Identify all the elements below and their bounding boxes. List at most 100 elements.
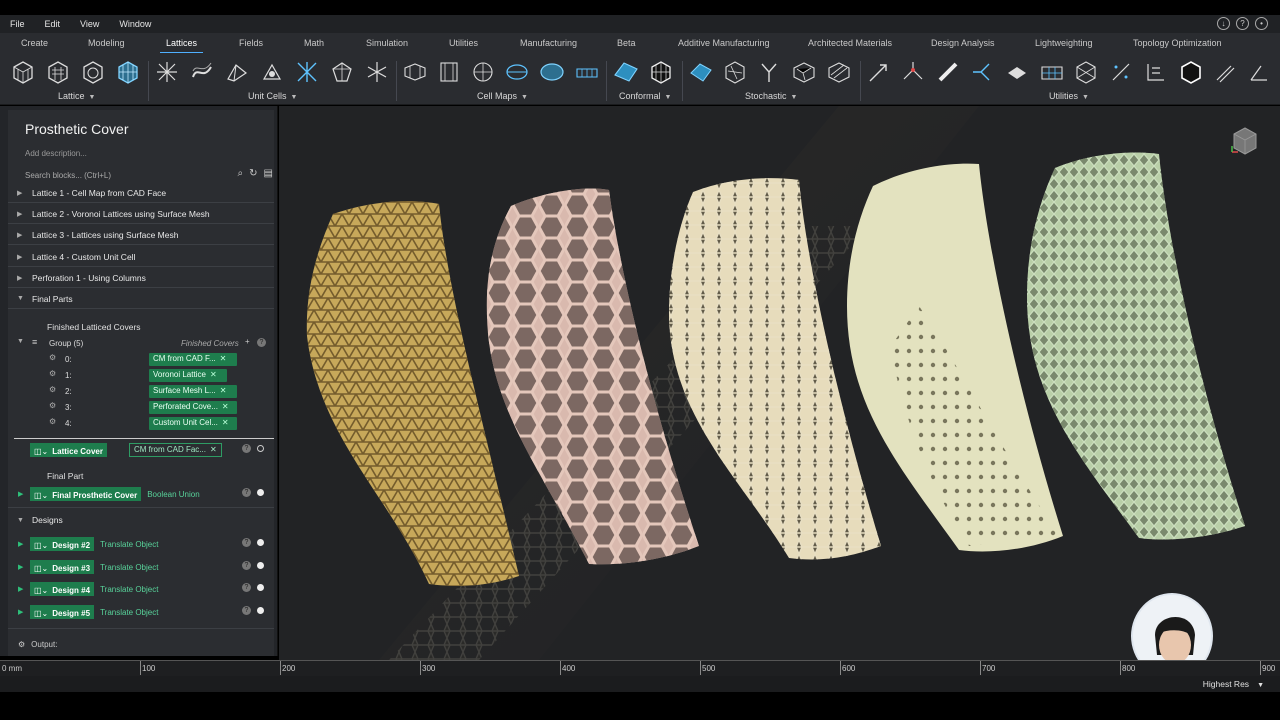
expand-icon[interactable]: ▶ [8,210,24,218]
help-icon[interactable]: ? [257,338,266,347]
unit-cell-node-icon[interactable] [259,59,285,85]
block-name-tag[interactable]: ◫⌄ Design #2 [30,537,95,551]
help-icon[interactable]: ? [242,444,251,453]
help-icon[interactable]: ? [242,606,251,615]
block-name-tag[interactable]: ◫⌄ Design #3 [30,560,95,574]
menu-window[interactable]: Window [109,19,161,29]
expand-icon[interactable]: ▶ [8,274,24,282]
cell-map-1-icon[interactable] [402,59,428,85]
gear-icon[interactable]: ⚙ [49,385,56,394]
help-icon[interactable]: ? [242,561,251,570]
visibility-toggle[interactable] [257,445,264,452]
utility-box-icon[interactable] [1073,59,1099,85]
conformal-surface-icon[interactable] [613,59,639,85]
resolution-dropdown[interactable]: Highest Res ▼ [1203,679,1264,689]
tab-modeling[interactable]: Modeling [88,38,125,48]
stochastic-tree-icon[interactable] [756,59,782,85]
input-chip[interactable]: CM from CAD F... ✕ [149,353,237,366]
group-utilities[interactable]: Utilities ▼ [1049,91,1089,101]
tab-lightweighting[interactable]: Lightweighting [1035,38,1093,48]
lattice-solid-icon[interactable] [45,59,71,85]
input-chip[interactable]: Surface Mesh L... ✕ [149,385,237,398]
utility-axis-icon[interactable] [1246,59,1272,85]
lattice-sphere-icon[interactable] [80,59,106,85]
group-cell-maps[interactable]: Cell Maps ▼ [477,91,528,101]
block-lattice-cover[interactable]: ◫⌄ Lattice Cover CM from CAD Fac... ✕ ? [8,440,274,460]
block-lattice-2[interactable]: ▶ Lattice 2 - Voronoi Lattices using Surf… [8,204,274,224]
unit-cell-branch-icon[interactable] [364,59,390,85]
tab-beta[interactable]: Beta [617,38,636,48]
help-icon[interactable]: ? [1236,17,1249,30]
gear-icon[interactable]: ⚙ [49,417,56,426]
expand-icon[interactable]: ▶ [8,231,24,239]
gear-icon[interactable]: ⚙ [49,353,56,362]
cover-custom-unit-cell[interactable] [1027,152,1245,540]
visibility-toggle[interactable] [257,489,264,496]
block-lattice-4[interactable]: ▶ Lattice 4 - Custom Unit Cell [8,247,274,267]
group-unit-cells[interactable]: Unit Cells ▼ [248,91,297,101]
tab-additive-manufacturing[interactable]: Additive Manufacturing [678,38,770,48]
stochastic-surface-icon[interactable] [688,59,714,85]
expand-icon[interactable]: ▶ [8,585,23,593]
utility-scatter-icon[interactable] [1108,59,1134,85]
account-icon[interactable]: • [1255,17,1268,30]
block-design-3[interactable]: ▶ ◫⌄ Design #3 Translate Object ? [8,557,274,577]
cell-map-3-icon[interactable] [470,59,496,85]
cell-map-5-icon[interactable] [539,59,565,85]
group-stochastic[interactable]: Stochastic ▼ [745,91,797,101]
utility-solid-icon[interactable] [1004,59,1030,85]
block-name-tag[interactable]: ◫⌄ Design #4 [30,582,95,596]
tab-create[interactable]: Create [21,38,48,48]
cell-map-2-icon[interactable] [436,59,462,85]
unit-cell-star-icon[interactable] [154,59,180,85]
tab-lattices[interactable]: Lattices [159,38,204,54]
input-chip[interactable]: Custom Unit Cel... ✕ [149,417,237,430]
tab-architected-materials[interactable]: Architected Materials [808,38,892,48]
menu-edit[interactable]: Edit [35,19,71,29]
utility-rod-icon[interactable] [935,59,961,85]
collapse-icon[interactable]: ▼ [8,295,24,302]
tab-fields[interactable]: Fields [239,38,263,48]
search-input[interactable]: Search blocks... (Ctrl+L) [25,171,111,180]
input-chip[interactable]: Voronoi Lattice ✕ [149,369,227,382]
expand-icon[interactable]: ▶ [8,490,23,498]
group-lattice[interactable]: Lattice ▼ [58,91,95,101]
cover-triangle-lattice[interactable] [306,201,519,586]
menu-file[interactable]: File [0,19,35,29]
expand-icon[interactable]: ▶ [8,189,24,197]
conformal-volume-icon[interactable] [648,59,674,85]
gear-icon[interactable]: ⚙ [18,640,25,649]
tab-simulation[interactable]: Simulation [366,38,408,48]
lattice-grid-icon[interactable] [115,59,141,85]
visibility-toggle[interactable] [257,562,264,569]
cover-perforated[interactable] [847,163,1063,552]
stochastic-voronoi-icon[interactable] [791,59,817,85]
help-icon[interactable]: ? [242,488,251,497]
utility-grid-icon[interactable] [1039,59,1065,85]
add-icon[interactable]: + [245,337,250,346]
collapse-icon[interactable]: ▼ [17,338,24,345]
notebook-title[interactable]: Prosthetic Cover [25,121,128,137]
unit-cell-mesh-icon[interactable] [329,59,355,85]
block-lattice-3[interactable]: ▶ Lattice 3 - Lattices using Surface Mesh [8,225,274,245]
tab-manufacturing[interactable]: Manufacturing [520,38,577,48]
expand-icon[interactable]: ▶ [8,608,23,616]
visibility-toggle[interactable] [257,539,264,546]
tab-topology-optimization[interactable]: Topology Optimization [1133,38,1222,48]
view-cube-icon[interactable] [1228,124,1262,158]
expand-icon[interactable]: ▶ [8,540,23,548]
utility-fork-icon[interactable] [969,59,995,85]
gear-icon[interactable]: ⚙ [49,401,56,410]
stochastic-fill-icon[interactable] [826,59,852,85]
block-lattice-1[interactable]: ▶ Lattice 1 - Cell Map from CAD Face [8,183,274,203]
unit-cell-wave-icon[interactable] [189,59,215,85]
utility-arrow-icon[interactable] [866,59,892,85]
block-perforation-1[interactable]: ▶ Perforation 1 - Using Columns [8,268,274,288]
utility-pen-icon[interactable] [1212,59,1238,85]
tab-utilities[interactable]: Utilities [449,38,478,48]
visibility-toggle[interactable] [257,584,264,591]
group-conformal[interactable]: Conformal ▼ [619,91,671,101]
description-field[interactable]: Add description... [25,149,87,158]
tab-design-analysis[interactable]: Design Analysis [931,38,995,48]
utility-split-icon[interactable] [900,59,926,85]
